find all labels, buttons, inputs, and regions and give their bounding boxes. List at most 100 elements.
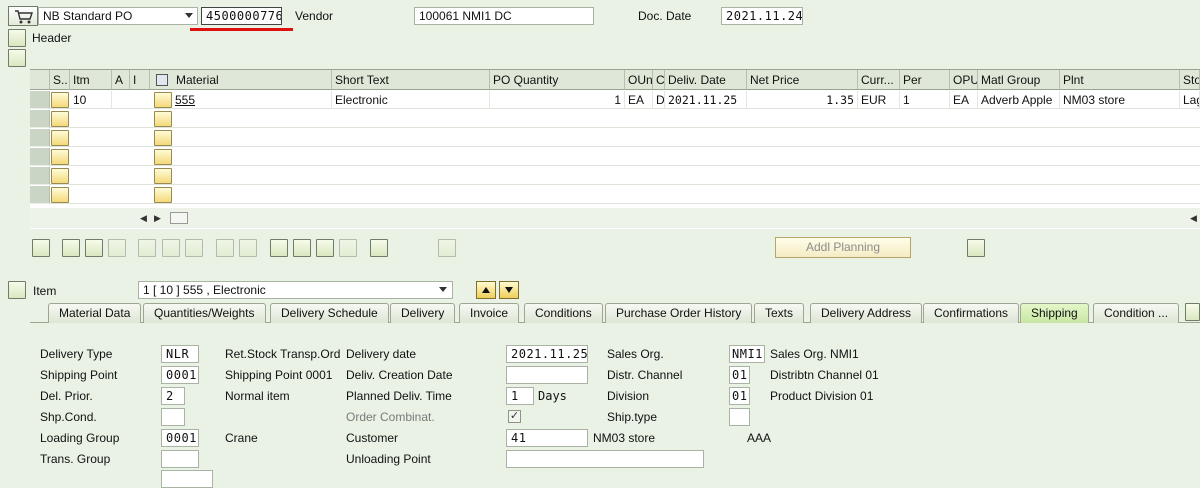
table-row[interactable] xyxy=(30,148,1200,166)
copy-icon[interactable] xyxy=(216,239,234,257)
material-cell-button[interactable] xyxy=(154,168,172,184)
tab-delivery-schedule[interactable]: Delivery Schedule xyxy=(270,303,389,323)
status-cell-button[interactable] xyxy=(51,149,69,165)
filter-icon[interactable] xyxy=(316,239,334,257)
row-selector[interactable] xyxy=(30,167,50,185)
del-prior-field[interactable]: 2 xyxy=(161,387,185,405)
select-all-icon[interactable] xyxy=(62,239,80,257)
order-combinat-checkbox[interactable]: ✓ xyxy=(508,410,521,423)
column-header-item[interactable]: Itm xyxy=(70,70,112,90)
status-cell-button[interactable] xyxy=(51,130,69,146)
column-header-material[interactable]: Material xyxy=(150,70,332,90)
material-cell-button[interactable] xyxy=(154,92,172,108)
expand-header-icon[interactable] xyxy=(8,29,26,47)
tab-delivery-address[interactable]: Delivery Address xyxy=(810,303,923,323)
delete-icon[interactable] xyxy=(138,239,156,257)
column-header-i[interactable]: I xyxy=(130,70,150,90)
item-select[interactable]: 1 [ 10 ] 555 , Electronic xyxy=(138,281,453,299)
column-header-order-unit[interactable]: OUn xyxy=(625,70,653,90)
trans-group-field[interactable] xyxy=(161,450,199,468)
row-selector[interactable] xyxy=(30,148,50,166)
dropdown-arrow-icon[interactable] xyxy=(185,13,193,18)
column-header-plant[interactable]: Plnt xyxy=(1060,70,1180,90)
tab-condition-more[interactable]: Condition ... xyxy=(1093,303,1180,323)
dropdown-arrow-icon[interactable] xyxy=(439,287,447,292)
sort-ascending-icon[interactable] xyxy=(270,239,288,257)
deliv-creation-date-field[interactable] xyxy=(506,366,588,384)
filter-off-icon[interactable] xyxy=(339,239,357,257)
material-cell-button[interactable] xyxy=(154,187,172,203)
table-row[interactable] xyxy=(30,167,1200,185)
po-type-select[interactable]: NB Standard PO xyxy=(38,7,198,25)
cell-opu[interactable]: EA xyxy=(950,91,978,109)
tab-delivery[interactable]: Delivery xyxy=(390,303,456,323)
doc-date-field[interactable]: 2021.11.24 xyxy=(721,7,803,25)
shp-cond-field[interactable] xyxy=(161,408,185,426)
details-icon[interactable] xyxy=(32,239,50,257)
ship-type-field[interactable] xyxy=(729,408,750,426)
tab-texts[interactable]: Texts xyxy=(754,303,805,323)
vendor-field[interactable]: 100061 NMI1 DC xyxy=(414,7,594,25)
addl-planning-button[interactable]: Addl Planning xyxy=(775,237,911,258)
services-icon[interactable] xyxy=(438,239,456,257)
column-header-short-text[interactable]: Short Text xyxy=(332,70,490,90)
planned-deliv-time-field[interactable]: 1 xyxy=(506,387,534,405)
cell-currency[interactable]: EUR xyxy=(858,91,900,109)
collapse-item-icon[interactable] xyxy=(8,281,26,299)
scroll-left-icon[interactable]: ◀ xyxy=(140,213,147,224)
tab-purchase-order-history[interactable]: Purchase Order History xyxy=(605,303,753,323)
cart-icon[interactable] xyxy=(8,6,38,26)
previous-item-button[interactable] xyxy=(476,281,496,299)
column-header-per[interactable]: Per xyxy=(900,70,950,90)
column-header-currency[interactable]: Curr... xyxy=(858,70,900,90)
tab-list-icon[interactable] xyxy=(1185,303,1200,321)
table-row[interactable]: 10 555 Electronic 1 EA D 2021.11.25 1.35… xyxy=(30,91,1200,109)
row-selector[interactable] xyxy=(30,91,50,109)
column-header-storage[interactable]: Sto xyxy=(1180,70,1200,90)
sales-org-field[interactable]: NMI1 xyxy=(729,345,765,363)
column-header-account[interactable]: A xyxy=(112,70,130,90)
select-block-icon[interactable] xyxy=(108,239,126,257)
tab-invoice[interactable]: Invoice xyxy=(459,303,520,323)
scroll-thumb[interactable] xyxy=(170,212,188,224)
sort-descending-icon[interactable] xyxy=(293,239,311,257)
tab-material-data[interactable]: Material Data xyxy=(48,303,142,323)
tab-shipping[interactable]: Shipping xyxy=(1020,303,1089,323)
deselect-all-icon[interactable] xyxy=(85,239,103,257)
column-header-net-price[interactable]: Net Price xyxy=(747,70,858,90)
column-header-matl-group[interactable]: Matl Group xyxy=(978,70,1060,90)
column-header-status[interactable]: S.. xyxy=(50,70,70,90)
next-item-button[interactable] xyxy=(499,281,519,299)
cell-c[interactable]: D xyxy=(653,91,665,109)
cell-po-quantity[interactable]: 1 xyxy=(490,91,625,109)
partial-field[interactable] xyxy=(161,470,213,488)
status-cell-button[interactable] xyxy=(51,92,69,108)
cell-short-text[interactable]: Electronic xyxy=(332,91,490,109)
row-selector[interactable] xyxy=(30,129,50,147)
unloading-point-field[interactable] xyxy=(506,450,704,468)
material-cell-button[interactable] xyxy=(154,130,172,146)
cell-storage[interactable]: Lag xyxy=(1180,91,1200,109)
distr-channel-field[interactable]: 01 xyxy=(729,366,750,384)
cell-matl-group[interactable]: Adverb Apple xyxy=(978,91,1060,109)
material-cell-button[interactable] xyxy=(154,111,172,127)
tab-quantities-weights[interactable]: Quantities/Weights xyxy=(143,303,266,323)
cell-plant[interactable]: NM03 store xyxy=(1060,91,1180,109)
division-field[interactable]: 01 xyxy=(729,387,750,405)
table-row[interactable] xyxy=(30,186,1200,204)
row-selector[interactable] xyxy=(30,186,50,204)
loading-group-field[interactable]: 0001 xyxy=(161,429,199,447)
table-row[interactable] xyxy=(30,129,1200,147)
currency-conversion-icon[interactable] xyxy=(967,239,985,257)
print-icon[interactable] xyxy=(370,239,388,257)
unlock-icon[interactable] xyxy=(185,239,203,257)
cell-item[interactable]: 10 xyxy=(70,91,112,109)
customer-field[interactable]: 41 xyxy=(506,429,588,447)
table-row[interactable] xyxy=(30,110,1200,128)
cell-deliv-date[interactable]: 2021.11.25 xyxy=(665,91,747,109)
column-header-po-quantity[interactable]: PO Quantity xyxy=(490,70,625,90)
cell-net-price[interactable]: 1.35 xyxy=(747,91,858,109)
delivery-date-field[interactable]: 2021.11.25 xyxy=(506,345,588,363)
status-cell-button[interactable] xyxy=(51,168,69,184)
lock-icon[interactable] xyxy=(162,239,180,257)
